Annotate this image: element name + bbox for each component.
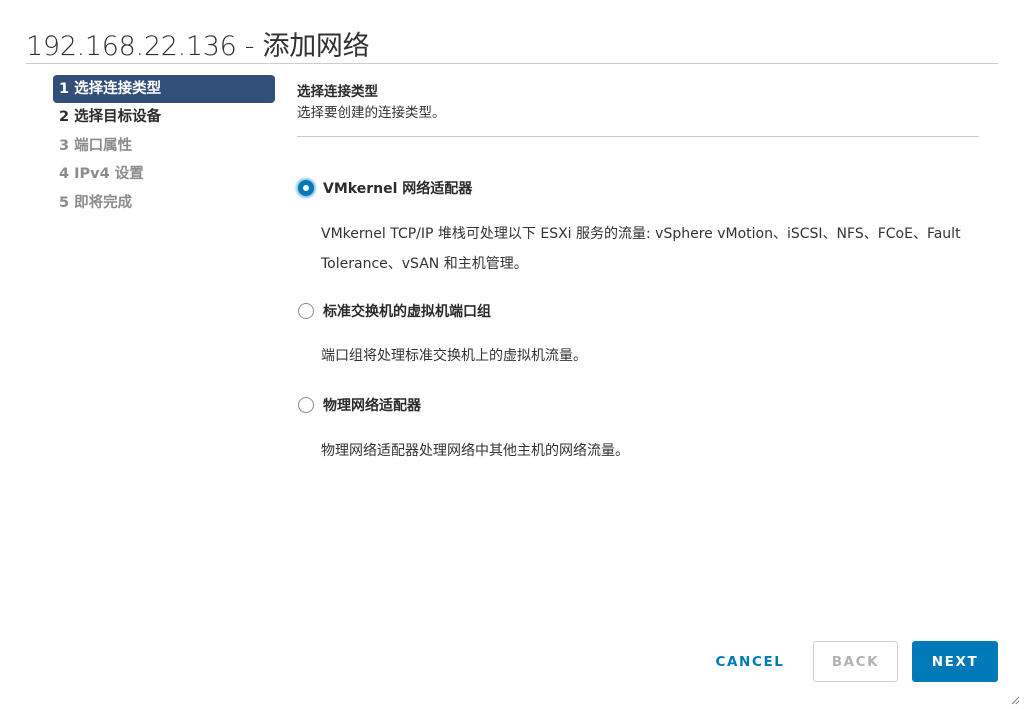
- back-button: BACK: [813, 641, 898, 682]
- option-standard-switch-vm-portgroup[interactable]: 标准交换机的虚拟机端口组: [298, 301, 491, 321]
- cancel-button[interactable]: CANCEL: [702, 641, 798, 682]
- option-description: 物理网络适配器处理网络中其他主机的网络流量。: [321, 443, 629, 459]
- option-vmkernel-adapter[interactable]: VMkernel 网络适配器: [298, 178, 472, 198]
- option-physical-adapter[interactable]: 物理网络适配器: [298, 395, 421, 415]
- step-select-connection-type[interactable]: 1 选择连接类型: [53, 75, 275, 103]
- radio-vmkernel-adapter[interactable]: [298, 180, 314, 196]
- radio-physical-adapter[interactable]: [298, 397, 314, 413]
- next-button[interactable]: NEXT: [912, 641, 998, 682]
- step-select-target-device[interactable]: 2 选择目标设备: [53, 103, 275, 132]
- step-ipv4-settings: 4 IPv4 设置: [59, 166, 144, 182]
- section-title: 选择连接类型: [297, 84, 378, 100]
- title-divider: [26, 63, 998, 64]
- step-ready-to-complete: 5 即将完成: [59, 194, 133, 211]
- option-description: 端口组将处理标准交换机上的虚拟机流量。: [321, 348, 587, 364]
- dialog-title: 192.168.22.136 - 添加网络: [26, 31, 370, 62]
- option-label: 物理网络适配器: [323, 398, 421, 414]
- option-label: 标准交换机的虚拟机端口组: [323, 304, 491, 320]
- radio-standard-switch-vm-portgroup[interactable]: [298, 303, 314, 319]
- section-description: 选择要创建的连接类型。: [297, 105, 446, 121]
- step-content-header: 选择连接类型 选择要创建的连接类型。: [297, 80, 979, 122]
- wizard-steps: 1 选择连接类型 2 选择目标设备 3 端口属性 4 IPv4 设置 5 即将完…: [53, 75, 275, 217]
- option-description: VMkernel TCP/IP 堆栈可处理以下 ESXi 服务的流量: vSph…: [321, 226, 961, 272]
- resize-grip-icon[interactable]: [1010, 695, 1020, 705]
- content-divider: [297, 136, 979, 137]
- step-port-properties: 3 端口属性: [59, 137, 133, 154]
- option-label: VMkernel 网络适配器: [323, 181, 473, 197]
